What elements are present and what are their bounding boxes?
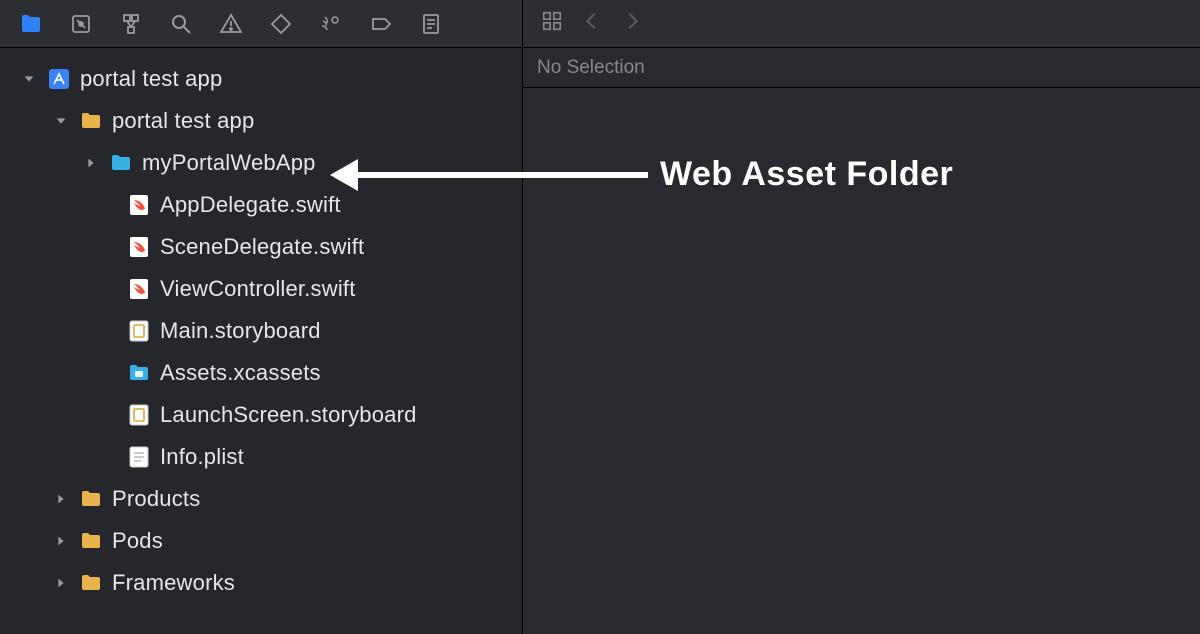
storyboard-file-icon (126, 318, 152, 344)
group-row[interactable]: portal test app (0, 100, 522, 142)
folder-ref-row[interactable]: myPortalWebApp (0, 142, 522, 184)
editor-tabbar: No Selection (523, 48, 1200, 88)
file-row[interactable]: Assets.xcassets (0, 352, 522, 394)
file-label: ViewController.swift (160, 278, 356, 300)
file-row[interactable]: ViewController.swift (0, 268, 522, 310)
folder-icon (78, 570, 104, 596)
folder-ref-icon (108, 150, 134, 176)
chevron-right-icon[interactable] (52, 532, 70, 550)
debug-icon[interactable] (318, 11, 344, 37)
folder-icon (78, 528, 104, 554)
breakpoint-icon[interactable] (368, 11, 394, 37)
storyboard-file-icon (126, 402, 152, 428)
file-label: Main.storyboard (160, 320, 321, 342)
swift-file-icon (126, 192, 152, 218)
assets-folder-icon (126, 360, 152, 386)
tag-icon[interactable] (268, 11, 294, 37)
file-label: Info.plist (160, 446, 244, 468)
group-label: Frameworks (112, 572, 235, 594)
folder-ref-label: myPortalWebApp (142, 152, 316, 174)
version-icon[interactable] (68, 11, 94, 37)
chevron-right-icon[interactable] (52, 490, 70, 508)
chevron-down-icon[interactable] (20, 70, 38, 88)
swift-file-icon (126, 276, 152, 302)
file-label: LaunchScreen.storyboard (160, 404, 417, 426)
file-row[interactable]: Main.storyboard (0, 310, 522, 352)
report-icon[interactable] (418, 11, 444, 37)
file-label: AppDelegate.swift (160, 194, 341, 216)
file-row[interactable]: Info.plist (0, 436, 522, 478)
project-root-label: portal test app (80, 68, 222, 90)
swift-file-icon (126, 234, 152, 260)
plist-file-icon (126, 444, 152, 470)
project-tree: portal test app portal test app (0, 48, 522, 604)
no-selection-label: No Selection (537, 57, 645, 79)
editor-toolbar (523, 0, 1200, 48)
navigator-sidebar: portal test app portal test app (0, 0, 523, 634)
project-root-row[interactable]: portal test app (0, 58, 522, 100)
symbol-icon[interactable] (118, 11, 144, 37)
group-row[interactable]: Pods (0, 520, 522, 562)
folder-icon (78, 108, 104, 134)
xcode-project-icon (46, 66, 72, 92)
folder-icon (78, 486, 104, 512)
group-label: Pods (112, 530, 163, 552)
editor-body (523, 88, 1200, 634)
group-row[interactable]: Frameworks (0, 562, 522, 604)
nav-forward-icon[interactable] (621, 10, 643, 37)
group-row[interactable]: Products (0, 478, 522, 520)
file-row[interactable]: AppDelegate.swift (0, 184, 522, 226)
group-label: portal test app (112, 110, 254, 132)
folder-icon[interactable] (18, 11, 44, 37)
navigator-toolbar (0, 0, 522, 48)
editor-panel: No Selection (523, 0, 1200, 634)
chevron-right-icon[interactable] (82, 154, 100, 172)
warning-icon[interactable] (218, 11, 244, 37)
search-icon[interactable] (168, 11, 194, 37)
chevron-down-icon[interactable] (52, 112, 70, 130)
file-label: Assets.xcassets (160, 362, 321, 384)
nav-back-icon[interactable] (581, 10, 603, 37)
file-label: SceneDelegate.swift (160, 236, 364, 258)
chevron-right-icon[interactable] (52, 574, 70, 592)
file-row[interactable]: SceneDelegate.swift (0, 226, 522, 268)
file-row[interactable]: LaunchScreen.storyboard (0, 394, 522, 436)
group-label: Products (112, 488, 200, 510)
related-items-icon[interactable] (541, 10, 563, 37)
